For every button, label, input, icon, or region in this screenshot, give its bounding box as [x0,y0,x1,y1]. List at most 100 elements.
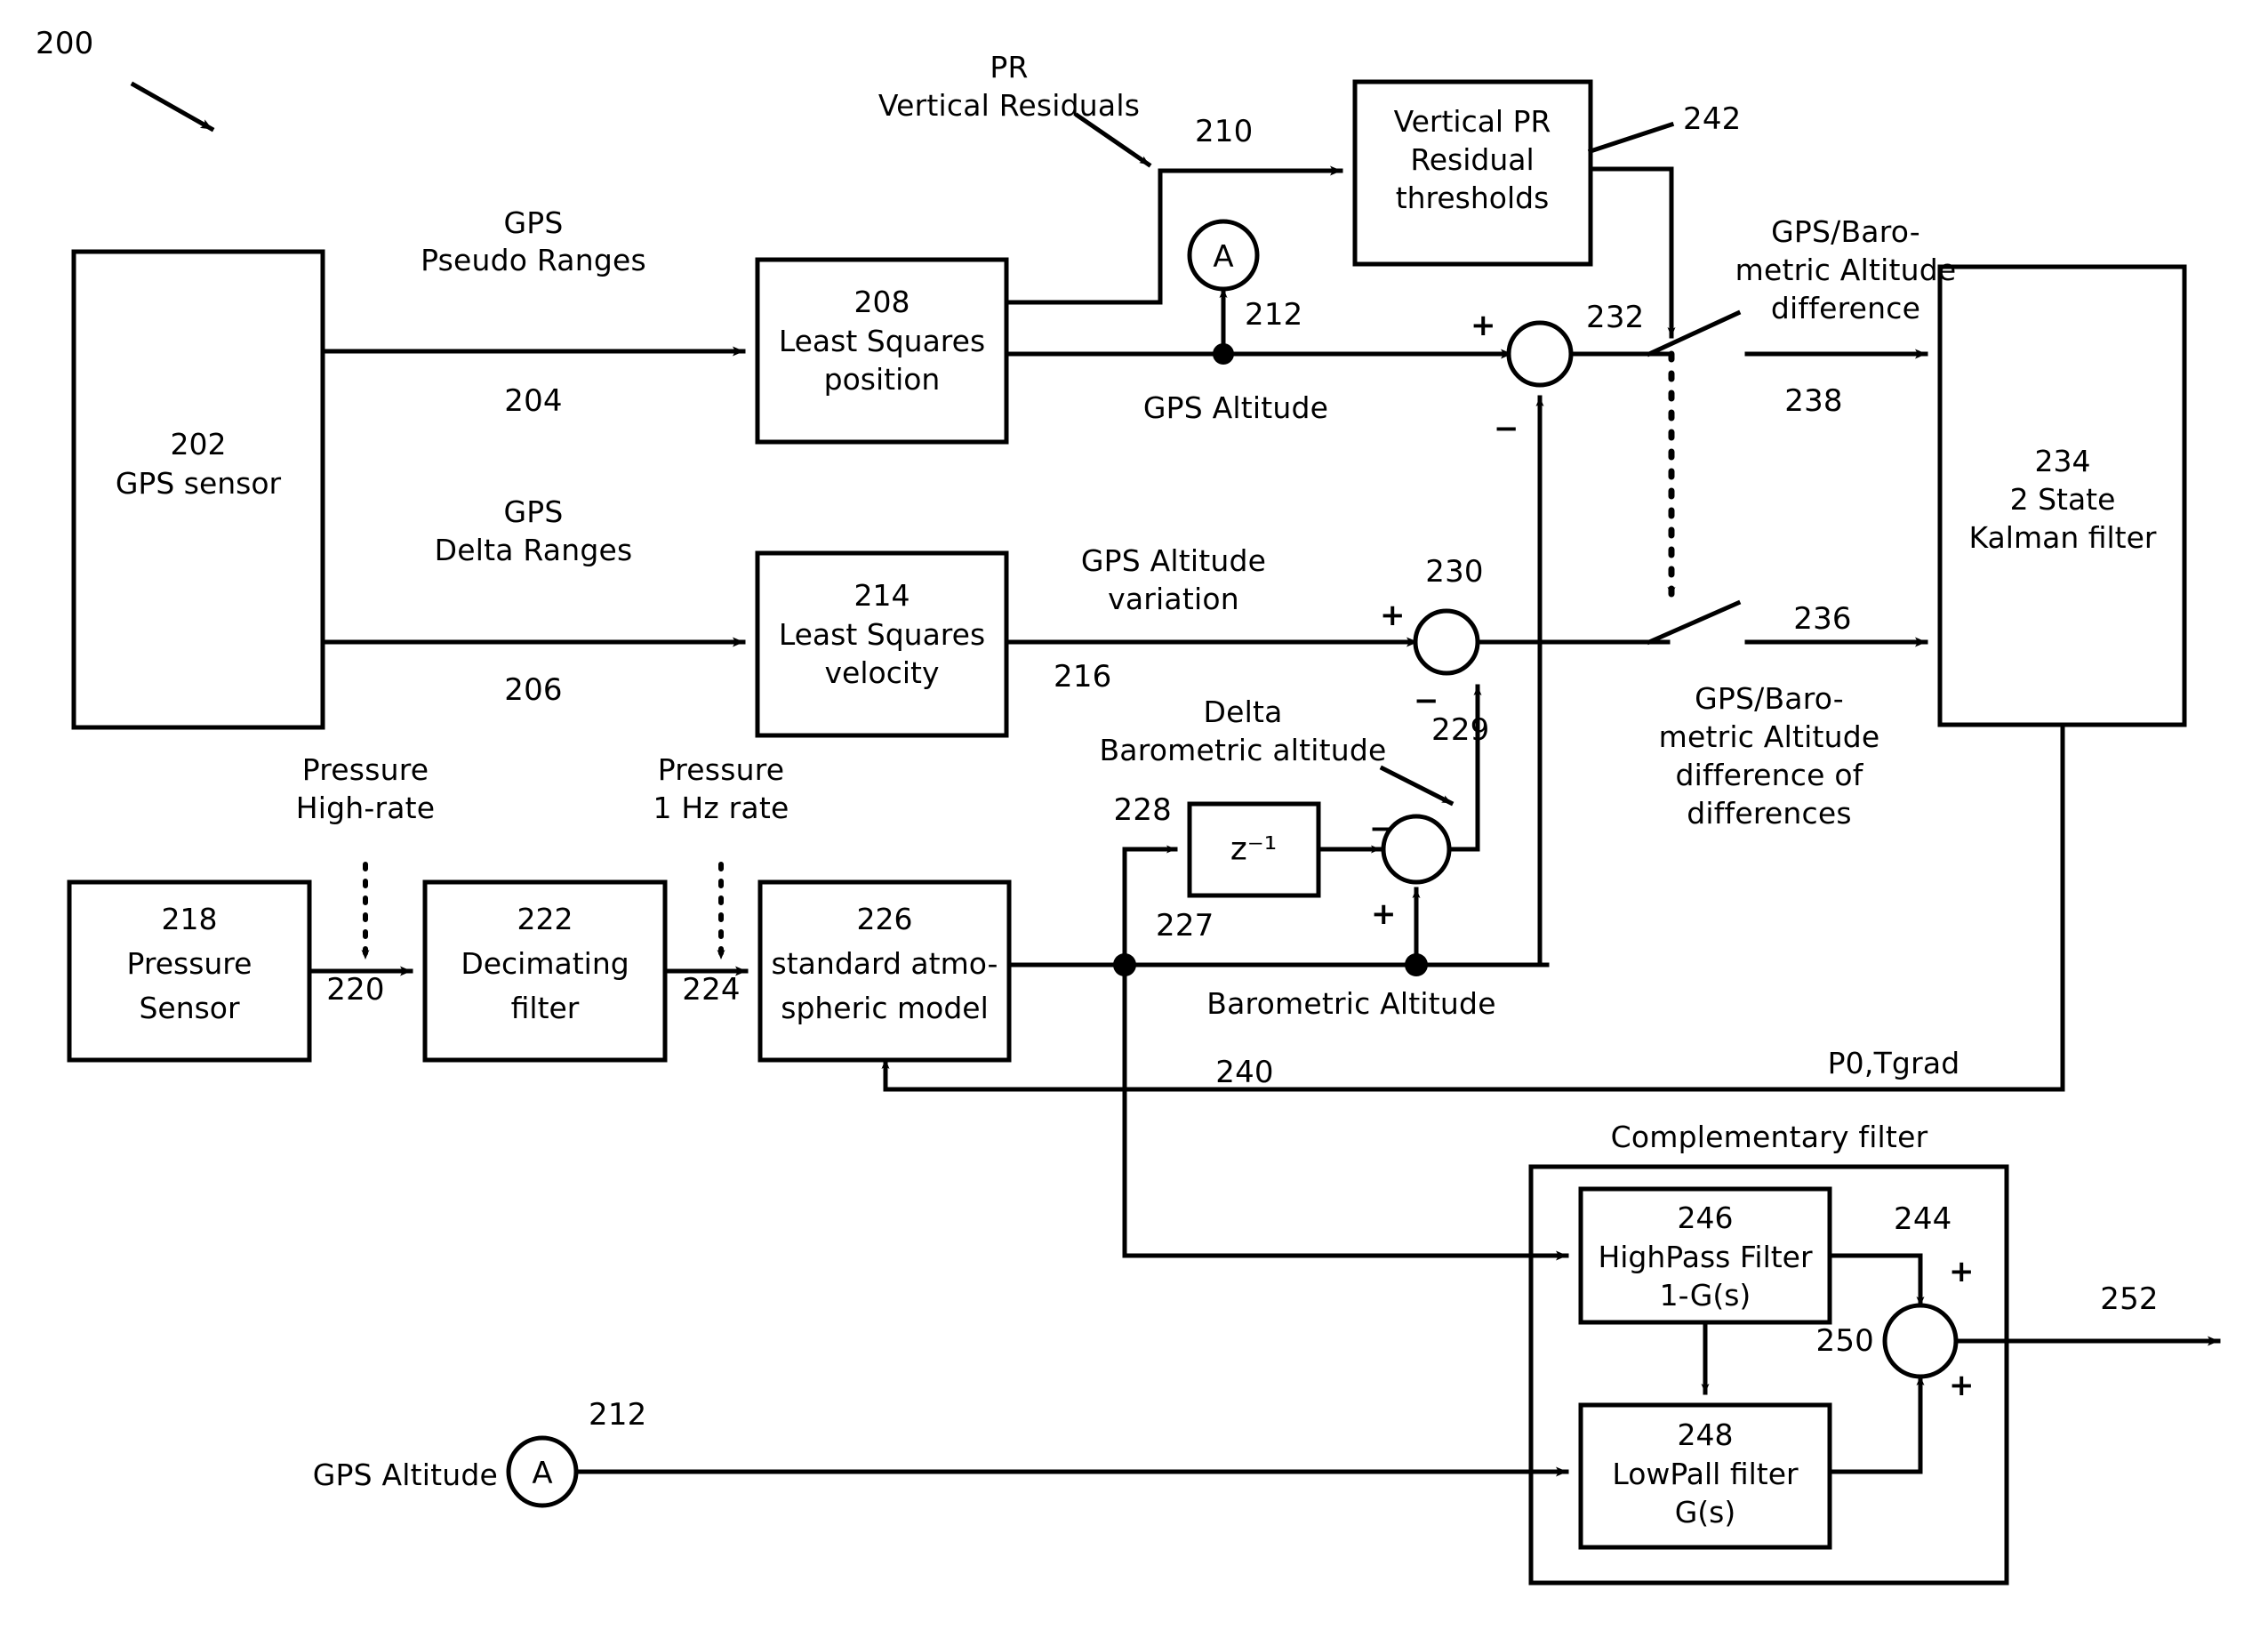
decimating-filter-ref: 222 [517,902,573,936]
signal-delta-baro-line2: Barometric altitude [1099,733,1387,767]
signal-236-line4: differences [1687,796,1852,831]
lowpass-line1: LowPall filter [1612,1457,1799,1491]
sum-250-ref: 250 [1815,1323,1874,1359]
signal-206-line2: Delta Ranges [434,533,633,567]
sign-plus-250-bottom: + [1949,1368,1975,1403]
signal-238-line3: difference [1770,291,1921,325]
label-gps-altitude-bottom: GPS Altitude [312,1457,498,1492]
unit-delay-ref: 228 [1113,792,1172,828]
unit-delay-label: z⁻¹ [1230,831,1278,868]
signal-236-line2: metric Altitude [1658,719,1880,754]
connector-a-top-ref: 212 [1245,297,1303,333]
junction-dot-baro [1405,953,1428,976]
ls-velocity-line2: velocity [824,655,940,690]
kalman-line1: 2 State [2009,482,2116,517]
ref-242-leader [1587,121,1675,155]
signal-220-line2: High-rate [295,791,436,825]
pressure-sensor-ref: 218 [161,902,218,936]
signal-204-line1: GPS [503,205,564,240]
complementary-filter-caption: Complementary filter [1610,1120,1928,1154]
signal-216-line1: GPS Altitude [1080,543,1267,578]
signal-238-ref: 238 [1784,383,1843,419]
pr-threshold-line2: Residual [1410,142,1535,177]
complementary-filter-ref: 244 [1894,1201,1952,1237]
signal-delta-baro-line1: Delta [1203,695,1283,729]
signal-210-line2: Vertical Residuals [878,88,1141,123]
decimating-filter-line1: Decimating [461,946,629,981]
sign-plus-250-top: + [1949,1254,1975,1289]
connector-a-top-glyph: A [1213,239,1234,275]
patent-figure-canvas: 200 202 GPS sensor GPS Pseudo Ranges 204… [0,0,2268,1630]
sign-plus-230: + [1380,598,1406,633]
signal-236-line1: GPS/Baro- [1695,681,1844,716]
label-gps-altitude-top: GPS Altitude [1142,390,1329,425]
label-barometric-altitude: Barometric Altitude [1206,986,1496,1021]
signal-224-line2: 1 Hz rate [653,791,789,825]
atmos-model-ref: 226 [856,902,913,936]
kalman-ref: 234 [2034,444,2091,478]
sign-plus-229: + [1371,896,1397,932]
sum-232-ref: 232 [1586,300,1645,335]
decimating-filter-line2: filter [510,991,580,1025]
pr-threshold-line1: Vertical PR [1393,104,1551,139]
pr-threshold-ref: 242 [1683,101,1742,137]
figure-leader-arrow [130,81,215,132]
switch-blade-236 [1646,599,1742,646]
wire-210 [1004,165,1343,305]
connector-a-bottom-glyph: A [532,1456,553,1491]
signal-236-line3: difference of [1675,758,1863,792]
lowpass-line2: G(s) [1674,1495,1736,1530]
signal-216-line2: variation [1108,582,1239,616]
sum-230-ref: 230 [1425,554,1484,590]
atmos-model-line2: spheric model [781,991,989,1025]
figure-number: 200 [36,26,94,61]
sign-minus-232: − [1494,411,1519,446]
signal-210-ref: 210 [1195,114,1254,149]
sum-node-250 [1882,1303,1959,1379]
ls-velocity-line1: Least Squares [778,617,986,652]
wire-p0tgrad-feedback [881,722,2065,1092]
signal-220-line1: Pressure [301,752,429,787]
sum-node-230 [1413,608,1480,676]
sum-229-ref: 229 [1431,712,1490,748]
ls-position-line1: Least Squares [778,324,986,358]
gps-sensor-ref: 202 [170,427,227,462]
ls-velocity-ref: 214 [854,578,910,613]
wire-246-to-250 [1827,1253,1925,1308]
signal-227-ref: 227 [1156,908,1214,943]
ls-position-line2: position [823,362,941,397]
sum-node-232 [1506,320,1574,388]
signal-224-ref: 224 [682,972,741,1008]
signal-220-ref: 220 [326,972,385,1008]
switch-blade-238 [1646,309,1742,357]
wire-248-to-250 [1827,1374,1925,1474]
signal-206-line1: GPS [503,494,564,529]
signal-204-line2: Pseudo Ranges [421,243,646,277]
signal-238-line2: metric Altitude [1735,253,1957,287]
highpass-line1: HighPass Filter [1598,1240,1813,1274]
sign-plus-232: + [1471,308,1496,343]
signal-210-line1: PR [990,50,1029,84]
connector-a-bottom-ref: 212 [589,1397,647,1433]
signal-216-ref: 216 [1054,659,1112,695]
delta-baro-leader [1379,765,1455,807]
kalman-line2: Kalman filter [1968,520,2157,555]
pr-threshold-line3: thresholds [1395,181,1550,215]
signal-252-ref: 252 [2100,1281,2159,1317]
signal-224-line1: Pressure [657,752,785,787]
highpass-line2: 1-G(s) [1659,1278,1751,1313]
signal-206-ref: 206 [504,672,563,708]
ls-position-ref: 208 [854,285,910,319]
atmos-model-line1: standard atmo- [771,946,998,981]
pressure-sensor-line1: Pressure [126,946,252,981]
pressure-sensor-line2: Sensor [139,991,240,1025]
gps-sensor-label: GPS sensor [115,466,282,501]
signal-238-line1: GPS/Baro- [1771,214,1920,249]
lowpass-ref: 248 [1677,1417,1734,1452]
signal-236-ref: 236 [1793,601,1852,637]
sign-minus-229: − [1369,811,1395,847]
signal-204-ref: 204 [504,383,563,419]
signal-240-ref: 240 [1215,1055,1274,1090]
highpass-ref: 246 [1677,1200,1734,1235]
label-p0-tgrad: P0,Tgrad [1827,1046,1960,1080]
